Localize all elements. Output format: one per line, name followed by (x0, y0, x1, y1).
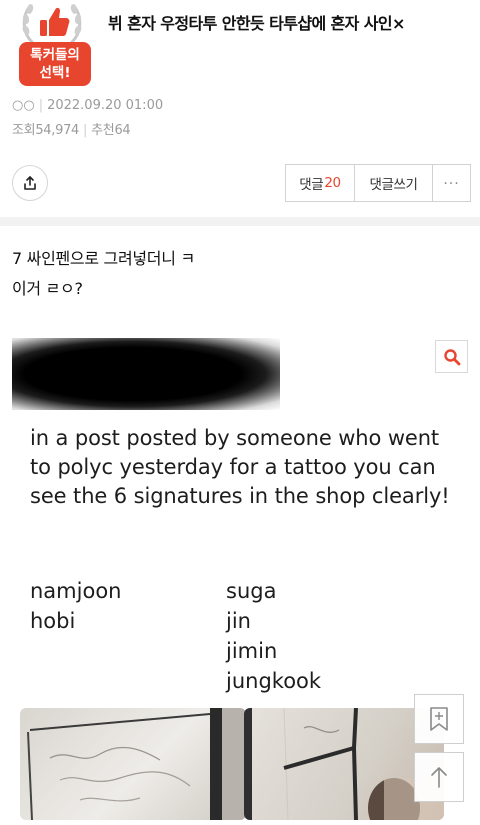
views-count: 54,974 (35, 123, 80, 138)
image-zoom-button[interactable] (435, 340, 468, 373)
author-name[interactable]: ○○ (12, 98, 35, 113)
name-item: jimin (226, 639, 278, 663)
names-left-column: namjoon hobi (30, 576, 121, 636)
name-item: suga (226, 579, 277, 603)
body-line-1: 7 싸인펜으로 그려넣더니 ㅋ (12, 249, 195, 268)
scroll-to-top-button[interactable] (414, 752, 464, 802)
name-item: jin (226, 609, 251, 633)
name-item: namjoon (30, 579, 122, 603)
comments-count: 20 (324, 175, 341, 191)
name-item: hobi (30, 609, 76, 633)
bookmark-icon (430, 707, 448, 731)
share-icon (24, 176, 36, 190)
badge-line-1: 톡커들의 (30, 47, 80, 63)
more-icon: ... (443, 172, 460, 188)
more-options-button[interactable]: ... (433, 164, 471, 202)
post-body-text: 7 싸인펜으로 그려넣더니 ㅋ 이거 ㄹㅇ? (12, 244, 195, 304)
signature-photos (12, 708, 468, 820)
post-date: 2022.09.20 01:00 (47, 98, 164, 113)
arrow-up-icon (431, 767, 447, 788)
badge-line-2: 선택! (39, 65, 71, 81)
views-label: 조회 (12, 123, 36, 138)
post-meta-stats: 조회54,974 | 추천64 (12, 123, 131, 138)
write-comment-button[interactable]: 댓글쓰기 (355, 164, 433, 202)
recommend-count: 64 (114, 123, 131, 138)
post-title: 뷔 혼자 우정타투 안한듯 타투샵에 혼자 사인× (108, 14, 405, 33)
post-meta-author-date: ○○ | 2022.09.20 01:00 (12, 98, 164, 113)
body-line-2: 이거 ㄹㅇ? (12, 279, 83, 298)
comment-action-group: 댓글 20 댓글쓰기 ... (285, 164, 471, 202)
embedded-post-text: in a post posted by someone who went to … (30, 426, 450, 508)
redacted-username-blur (12, 338, 280, 410)
best-pick-badge: 톡커들의 선택! (12, 0, 92, 92)
laurel-thumbs-up-icon (22, 4, 82, 44)
bookmark-button[interactable] (414, 694, 464, 744)
comments-label: 댓글 (299, 177, 324, 193)
best-pick-label: 톡커들의 선택! (19, 42, 91, 86)
name-item: jungkook (226, 669, 322, 693)
signature-wall-photo (20, 708, 246, 820)
comments-button[interactable]: 댓글 20 (285, 164, 355, 202)
recommend-label: 추천 (91, 123, 115, 138)
section-divider (0, 217, 480, 226)
search-icon (443, 348, 460, 365)
embedded-screenshot: in a post posted by someone who went to … (12, 338, 468, 820)
names-right-column: suga jin jimin jungkook (226, 576, 321, 696)
share-button[interactable] (12, 165, 48, 201)
